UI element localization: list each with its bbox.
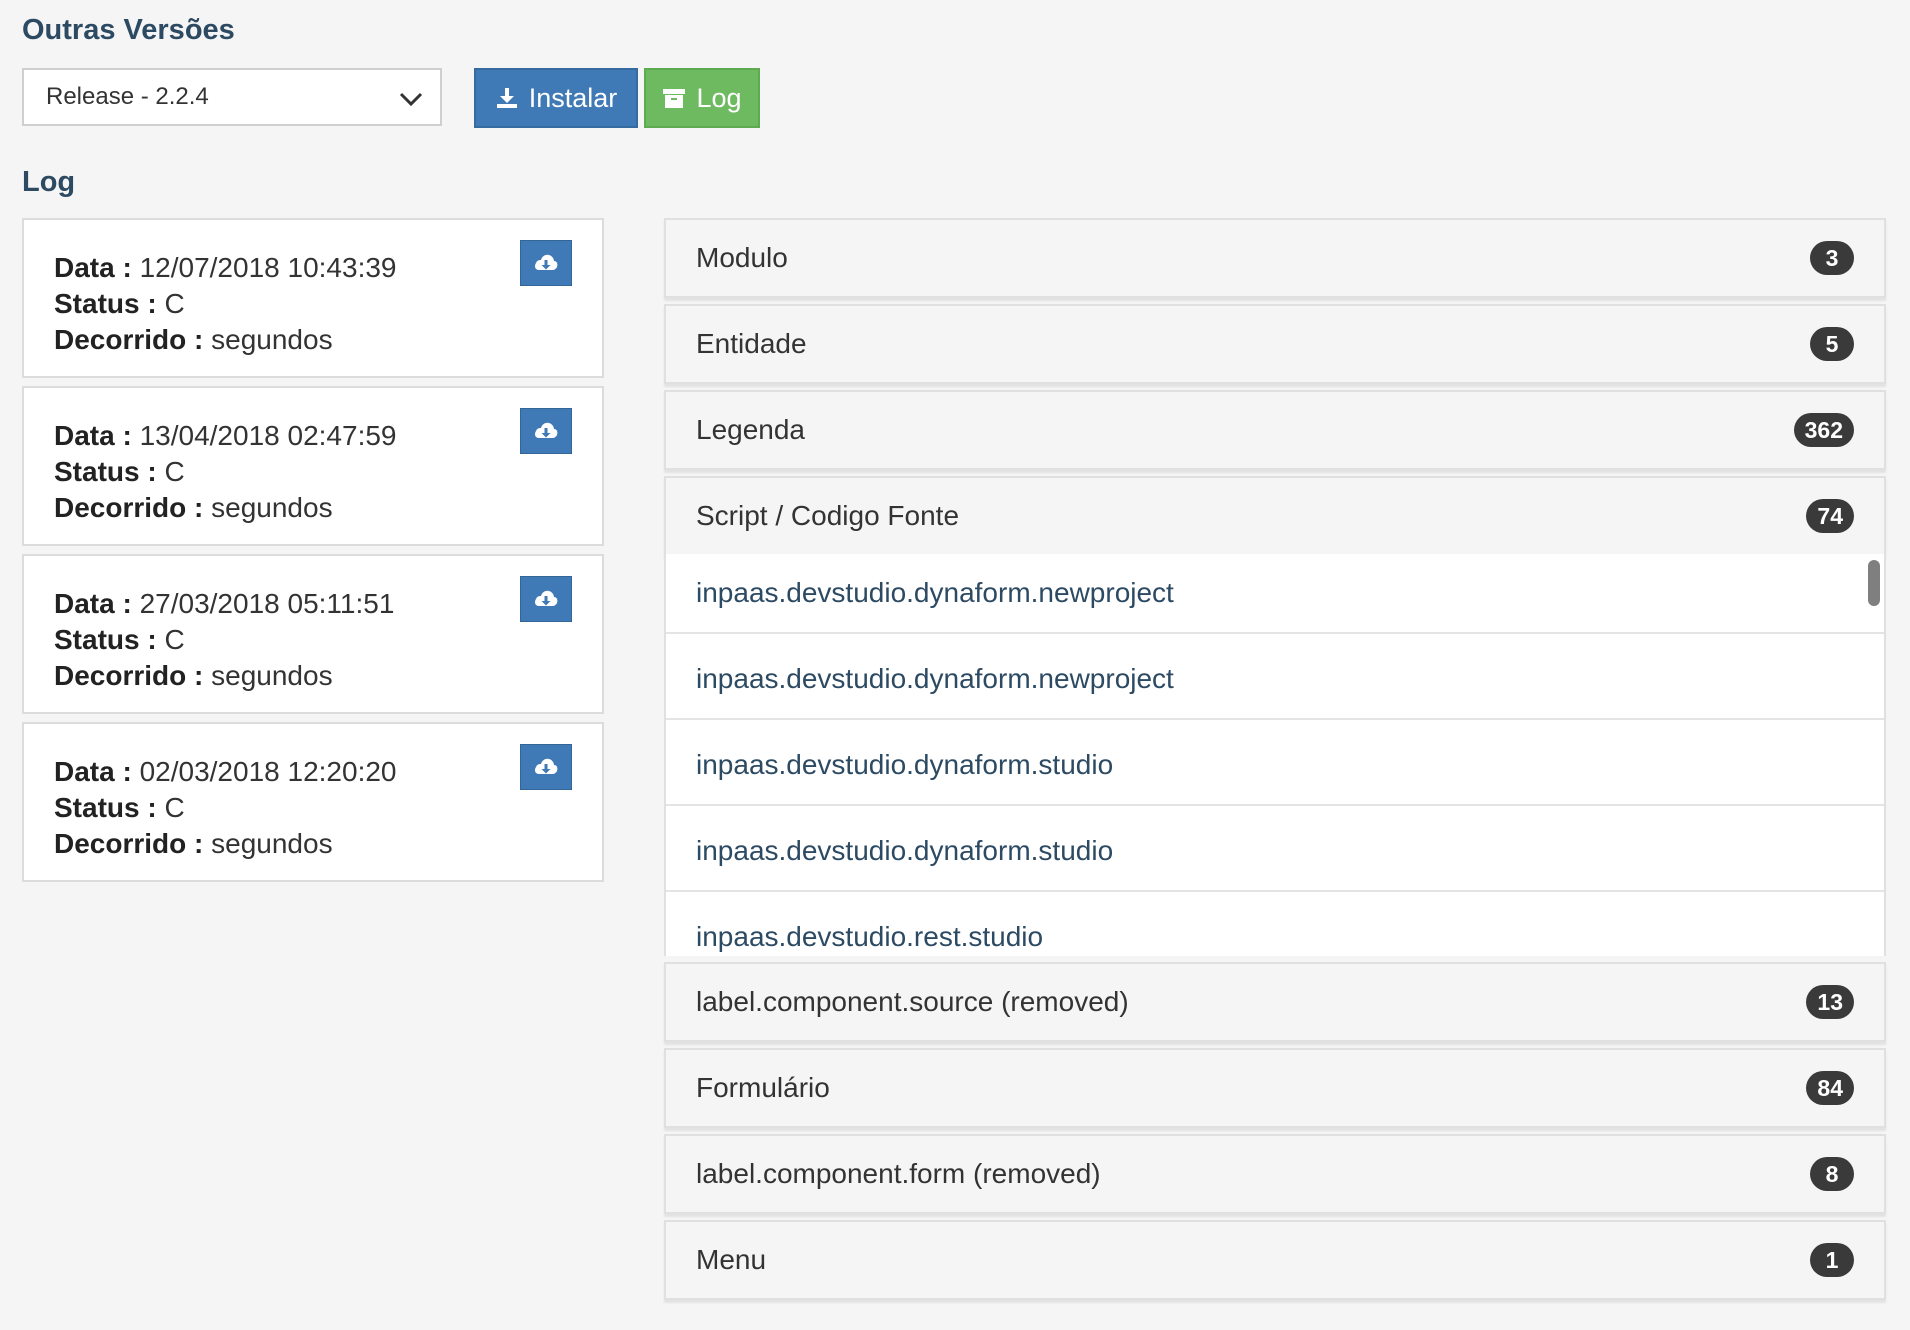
chevron-down-icon xyxy=(399,92,423,107)
log-status-label: Status : xyxy=(54,456,157,487)
log-download-button[interactable] xyxy=(520,576,572,622)
script-list[interactable]: inpaas.devstudio.dynaform.newproject inp… xyxy=(664,554,1886,956)
log-card: Data : 13/04/2018 02:47:59 Status : C De… xyxy=(22,386,604,546)
log-status: C xyxy=(164,624,185,655)
count-badge: 1 xyxy=(1810,1243,1854,1277)
log-date: 02/03/2018 12:20:20 xyxy=(139,756,397,787)
log-elapsed-row: Decorrido : segundos xyxy=(54,322,572,358)
log-button-label: Log xyxy=(696,82,742,113)
count-badge: 362 xyxy=(1793,413,1854,447)
log-elapsed-label: Decorrido : xyxy=(54,492,204,523)
cloud-download-icon xyxy=(535,758,558,774)
install-button-label: Instalar xyxy=(528,82,618,113)
log-date-label: Data : xyxy=(54,588,132,619)
scrollbar-thumb[interactable] xyxy=(1868,560,1880,606)
log-status-row: Status : C xyxy=(54,622,572,658)
panel-menu[interactable]: Menu 1 xyxy=(664,1220,1886,1300)
log-download-button[interactable] xyxy=(520,240,572,286)
log-status: C xyxy=(164,288,185,319)
panel-label: Script / Codigo Fonte xyxy=(696,500,960,531)
version-select[interactable]: Release - 2.2.4 xyxy=(22,68,442,126)
log-elapsed-label: Decorrido : xyxy=(54,828,204,859)
archive-icon xyxy=(663,89,686,108)
version-select-value: Release - 2.2.4 xyxy=(46,83,209,110)
log-date-row: Data : 13/04/2018 02:47:59 xyxy=(54,418,572,454)
other-versions-title: Outras Versões xyxy=(22,14,235,46)
log-status-row: Status : C xyxy=(54,454,572,490)
log-elapsed-label: Decorrido : xyxy=(54,324,204,355)
log-elapsed: segundos xyxy=(211,492,333,523)
log-date-label: Data : xyxy=(54,420,132,451)
log-date-row: Data : 27/03/2018 05:11:51 xyxy=(54,586,572,622)
install-button[interactable]: Instalar xyxy=(474,68,638,128)
log-date: 12/07/2018 10:43:39 xyxy=(139,252,397,283)
log-elapsed-row: Decorrido : segundos xyxy=(54,490,572,526)
log-elapsed: segundos xyxy=(211,660,333,691)
log-date-row: Data : 02/03/2018 12:20:20 xyxy=(54,754,572,790)
panel-script-codigo-fonte[interactable]: Script / Codigo Fonte 74 xyxy=(664,476,1886,556)
log-status: C xyxy=(164,792,185,823)
count-badge: 8 xyxy=(1810,1157,1854,1191)
panel-modulo[interactable]: Modulo 3 xyxy=(664,218,1886,298)
cloud-download-icon xyxy=(535,254,558,270)
log-date-row: Data : 12/07/2018 10:43:39 xyxy=(54,250,572,286)
log-section-title: Log xyxy=(22,166,76,198)
panel-label: Legenda xyxy=(696,414,806,445)
log-date-label: Data : xyxy=(54,252,132,283)
count-badge: 13 xyxy=(1806,985,1854,1019)
list-item[interactable]: inpaas.devstudio.rest.studio xyxy=(666,898,1884,956)
panel-component-form[interactable]: label.component.form (removed) 8 xyxy=(664,1134,1886,1214)
log-download-button[interactable] xyxy=(520,744,572,790)
panel-entidade[interactable]: Entidade 5 xyxy=(664,304,1886,384)
panel-label: Menu xyxy=(696,1244,767,1275)
log-status-label: Status : xyxy=(54,624,157,655)
list-item[interactable]: inpaas.devstudio.dynaform.studio xyxy=(666,812,1884,892)
log-elapsed-label: Decorrido : xyxy=(54,660,204,691)
download-icon xyxy=(496,88,517,108)
count-badge: 5 xyxy=(1810,327,1854,361)
panel-formulario[interactable]: Formulário 84 xyxy=(664,1048,1886,1128)
log-elapsed: segundos xyxy=(211,828,333,859)
panel-label: Modulo xyxy=(696,242,788,273)
log-card: Data : 02/03/2018 12:20:20 Status : C De… xyxy=(22,722,604,882)
panel-label: Formulário xyxy=(696,1072,830,1103)
list-item[interactable]: inpaas.devstudio.dynaform.newproject xyxy=(666,554,1884,634)
log-elapsed: segundos xyxy=(211,324,333,355)
log-card: Data : 12/07/2018 10:43:39 Status : C De… xyxy=(22,218,604,378)
log-status-row: Status : C xyxy=(54,286,572,322)
panel-label: label.component.form (removed) xyxy=(696,1158,1101,1189)
log-elapsed-row: Decorrido : segundos xyxy=(54,658,572,694)
log-status: C xyxy=(164,456,185,487)
list-item[interactable]: inpaas.devstudio.dynaform.newproject xyxy=(666,640,1884,720)
panel-component-source[interactable]: label.component.source (removed) 13 xyxy=(664,962,1886,1042)
log-status-row: Status : C xyxy=(54,790,572,826)
log-date: 27/03/2018 05:11:51 xyxy=(139,588,395,619)
count-badge: 3 xyxy=(1810,241,1854,275)
count-badge: 74 xyxy=(1806,499,1854,533)
log-button[interactable]: Log xyxy=(644,68,760,128)
panel-legenda[interactable]: Legenda 362 xyxy=(664,390,1886,470)
panel-label: label.component.source (removed) xyxy=(696,986,1129,1017)
log-status-label: Status : xyxy=(54,792,157,823)
log-date: 13/04/2018 02:47:59 xyxy=(139,420,397,451)
log-elapsed-row: Decorrido : segundos xyxy=(54,826,572,862)
cloud-download-icon xyxy=(535,422,558,438)
cloud-download-icon xyxy=(535,590,558,606)
log-status-label: Status : xyxy=(54,288,157,319)
log-download-button[interactable] xyxy=(520,408,572,454)
log-card: Data : 27/03/2018 05:11:51 Status : C De… xyxy=(22,554,604,714)
list-item[interactable]: inpaas.devstudio.dynaform.studio xyxy=(666,726,1884,806)
panel-label: Entidade xyxy=(696,328,807,359)
count-badge: 84 xyxy=(1806,1071,1854,1105)
log-date-label: Data : xyxy=(54,756,132,787)
